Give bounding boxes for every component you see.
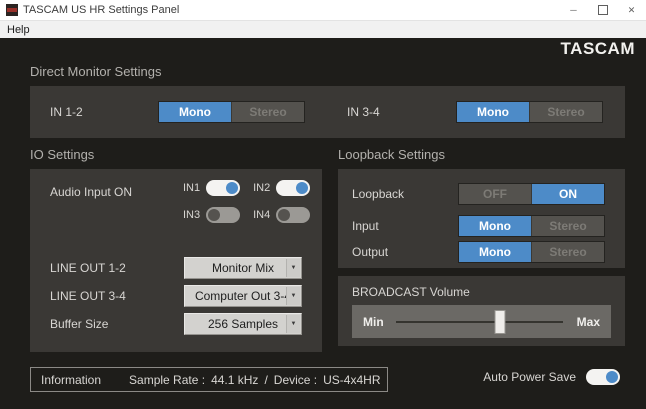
maximize-icon (597, 5, 608, 15)
in2-switch-cell: IN2 (253, 180, 311, 196)
in3-switch-cell: IN3 (183, 207, 241, 223)
menu-help[interactable]: Help (0, 24, 37, 36)
loopback-output-mono-button[interactable]: Mono (459, 242, 531, 262)
in12-label: IN 1-2 (50, 105, 83, 119)
in3-label: IN3 (183, 209, 201, 221)
in2-label: IN2 (253, 182, 271, 194)
maximize-button[interactable] (588, 0, 617, 20)
in4-label: IN4 (253, 209, 271, 221)
auto-power-save-toggle[interactable] (586, 369, 620, 385)
loopback-label: Loopback (352, 187, 405, 201)
tascam-logo: TASCAM (560, 39, 635, 58)
direct-monitor-panel: IN 1-2 Mono Stereo IN 3-4 Mono Stereo (30, 86, 625, 138)
in3-toggle-knob (208, 209, 221, 221)
loopback-settings-panel: Loopback OFF ON Input Mono Stereo Output… (338, 169, 625, 268)
menu-bar: Help (0, 21, 646, 38)
loopback-row: Loopback OFF ON (352, 183, 605, 205)
input-switch-grid: IN1 IN2 IN3 IN4 (183, 180, 311, 223)
device-value: US-4x4HR (323, 372, 381, 387)
loopback-input-mono-stereo-group: Mono Stereo (458, 215, 605, 237)
in1-toggle-knob (226, 182, 239, 194)
loopback-on-button[interactable]: ON (531, 184, 604, 204)
window-controls: ─ ✕ (559, 0, 646, 20)
broadcast-slider-thumb[interactable] (494, 309, 506, 334)
in34-label: IN 3-4 (347, 105, 380, 119)
in1-toggle[interactable] (206, 180, 241, 196)
loopback-input-label: Input (352, 219, 379, 233)
broadcast-volume-slider[interactable]: Min Max (352, 305, 611, 338)
chevron-down-icon: ▼ (286, 315, 300, 333)
audio-input-on-label: Audio Input ON (50, 185, 133, 199)
broadcast-volume-panel: BROADCAST Volume Min Max (338, 276, 625, 346)
window-title: TASCAM US HR Settings Panel (23, 4, 180, 16)
slider-min-label: Min (363, 314, 384, 329)
minimize-button[interactable]: ─ (559, 0, 588, 20)
title-bar: TASCAM US HR Settings Panel ─ ✕ (0, 0, 646, 21)
in2-toggle-knob (296, 182, 309, 194)
direct-monitor-title: Direct Monitor Settings (30, 64, 162, 79)
app-icon (6, 4, 18, 16)
loopback-off-button[interactable]: OFF (459, 184, 531, 204)
in4-switch-cell: IN4 (253, 207, 311, 223)
loopback-input-row: Input Mono Stereo (352, 215, 605, 237)
loopback-input-mono-button[interactable]: Mono (459, 216, 531, 236)
line-out-12-row: LINE OUT 1-2 Monitor Mix ▼ (50, 257, 302, 279)
in34-mono-button[interactable]: Mono (457, 102, 529, 122)
loopback-output-mono-stereo-group: Mono Stereo (458, 241, 605, 263)
io-settings-panel: Audio Input ON IN1 IN2 IN3 IN4 LINE OUT … (30, 169, 322, 352)
in3-toggle[interactable] (206, 207, 241, 223)
in1-switch-cell: IN1 (183, 180, 241, 196)
line-out-34-row: LINE OUT 3-4 Computer Out 3-4 ▼ (50, 285, 302, 307)
device-label: Device : (273, 372, 318, 387)
in1-label: IN1 (183, 182, 201, 194)
in4-toggle-knob (278, 209, 291, 221)
in12-stereo-button[interactable]: Stereo (231, 102, 304, 122)
in2-toggle[interactable] (276, 180, 311, 196)
loopback-settings-title: Loopback Settings (338, 147, 445, 162)
buffer-size-label: Buffer Size (50, 317, 109, 331)
in34-mono-stereo-group: Mono Stereo (456, 101, 603, 123)
in34-stereo-button[interactable]: Stereo (529, 102, 602, 122)
slider-track[interactable] (396, 309, 563, 334)
loopback-output-label: Output (352, 245, 389, 259)
slider-max-label: Max (576, 314, 600, 329)
broadcast-volume-title: BROADCAST Volume (352, 285, 470, 299)
close-button[interactable]: ✕ (617, 0, 646, 20)
buffer-size-row: Buffer Size 256 Samples ▼ (50, 313, 302, 335)
auto-power-save-knob (606, 371, 618, 383)
sample-rate-label: Sample Rate : (129, 372, 206, 387)
loopback-input-stereo-button[interactable]: Stereo (531, 216, 604, 236)
chevron-down-icon: ▼ (286, 287, 300, 305)
in4-toggle[interactable] (276, 207, 311, 223)
auto-power-save: Auto Power Save (483, 369, 620, 385)
information-box: Information Sample Rate : 44.1 kHz / Dev… (30, 367, 388, 392)
buffer-size-value: 256 Samples (207, 317, 279, 331)
auto-power-save-label: Auto Power Save (483, 370, 576, 384)
io-settings-title: IO Settings (30, 147, 95, 162)
in12-mono-button[interactable]: Mono (159, 102, 231, 122)
line-out-12-value: Monitor Mix (211, 261, 274, 275)
chevron-down-icon: ▼ (286, 259, 300, 277)
buffer-size-select[interactable]: 256 Samples ▼ (184, 313, 302, 335)
info-separator: / (264, 372, 268, 387)
in12-row: IN 1-2 Mono Stereo (50, 86, 305, 138)
loopback-off-on-group: OFF ON (458, 183, 605, 205)
in34-row: IN 3-4 Mono Stereo (347, 86, 603, 138)
in12-mono-stereo-group: Mono Stereo (158, 101, 305, 123)
loopback-output-stereo-button[interactable]: Stereo (531, 242, 604, 262)
information-title: Information (41, 372, 102, 387)
line-out-34-value: Computer Out 3-4 (194, 289, 292, 303)
information-details: Sample Rate : 44.1 kHz / Device : US-4x4… (129, 373, 380, 387)
line-out-12-label: LINE OUT 1-2 (50, 261, 126, 275)
loopback-output-row: Output Mono Stereo (352, 241, 605, 263)
line-out-34-label: LINE OUT 3-4 (50, 289, 126, 303)
line-out-34-select[interactable]: Computer Out 3-4 ▼ (184, 285, 302, 307)
sample-rate-value: 44.1 kHz (211, 372, 259, 387)
line-out-12-select[interactable]: Monitor Mix ▼ (184, 257, 302, 279)
